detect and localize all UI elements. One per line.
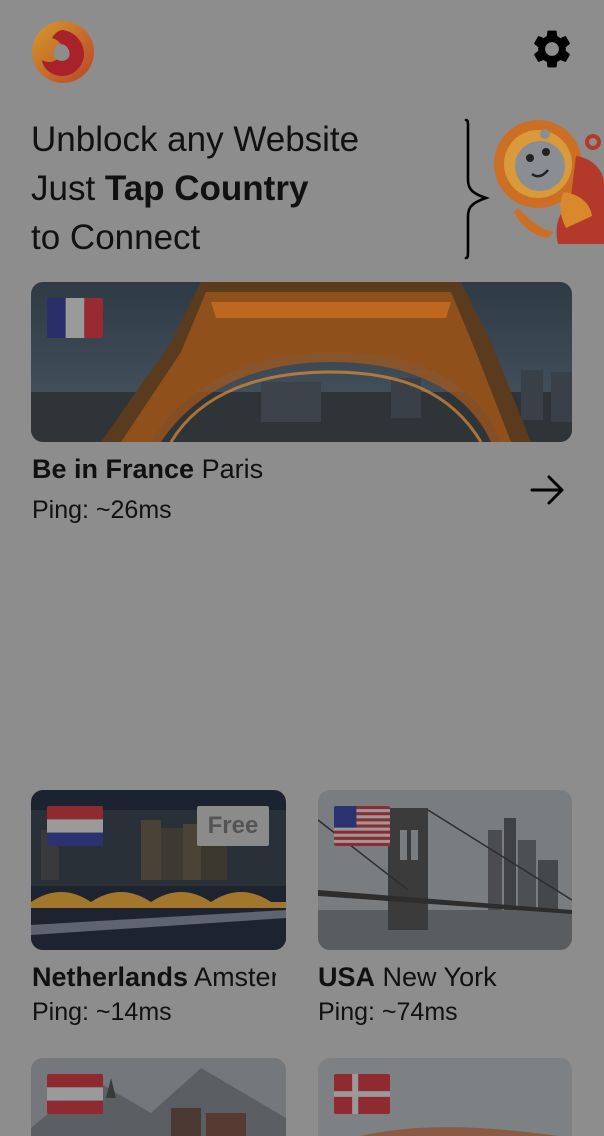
headline: Unblock any Website Just Tap Country to … bbox=[31, 115, 359, 262]
headline-line-1: Unblock any Website bbox=[31, 120, 360, 159]
robot-mascot-icon bbox=[488, 112, 604, 244]
arrow-right-icon[interactable] bbox=[528, 472, 568, 508]
france-flag-icon bbox=[47, 298, 103, 338]
netherlands-flag-icon bbox=[47, 806, 103, 846]
france-city-label: Paris bbox=[194, 454, 264, 484]
netherlands-server-card[interactable]: Free bbox=[31, 790, 286, 950]
usa-server-card[interactable] bbox=[318, 790, 572, 950]
headline-emphasis: Tap Country bbox=[104, 169, 309, 208]
app-logo-icon bbox=[30, 20, 96, 84]
netherlands-city-label: Amsterdam bbox=[194, 962, 276, 992]
netherlands-server-title[interactable]: Netherlands Amsterdam bbox=[32, 962, 276, 993]
headline-line-2: Just Tap Country bbox=[31, 169, 309, 208]
france-server-card[interactable] bbox=[31, 282, 572, 442]
brace-divider bbox=[460, 118, 491, 260]
france-ping-label: Ping: ~26ms bbox=[32, 496, 172, 524]
france-server-title[interactable]: Be in France Paris bbox=[32, 454, 512, 485]
france-country-label: Be in France bbox=[32, 454, 195, 484]
usa-country-label: USA bbox=[318, 962, 376, 992]
gear-icon[interactable] bbox=[529, 26, 575, 72]
austria-server-card[interactable] bbox=[31, 1058, 286, 1136]
free-badge: Free bbox=[197, 806, 269, 846]
netherlands-ping-label: Ping: ~14ms bbox=[32, 998, 172, 1026]
usa-city-label: New York bbox=[375, 962, 497, 992]
usa-ping-label: Ping: ~74ms bbox=[318, 998, 458, 1026]
netherlands-country-label: Netherlands bbox=[32, 962, 189, 992]
headline-line-3: to Connect bbox=[31, 218, 201, 257]
austria-flag-icon bbox=[47, 1074, 103, 1114]
usa-flag-icon bbox=[334, 806, 390, 846]
usa-server-title[interactable]: USA New York bbox=[318, 962, 578, 993]
paris-eiffel-tower-image bbox=[31, 282, 572, 442]
denmark-server-card[interactable] bbox=[318, 1058, 572, 1136]
denmark-flag-icon bbox=[334, 1074, 390, 1114]
